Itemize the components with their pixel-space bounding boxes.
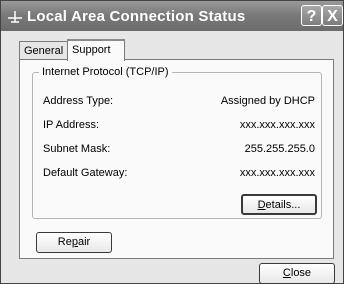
tab-general[interactable]: General — [19, 41, 71, 60]
title-bar[interactable]: Local Area Connection Status ? X — [1, 1, 343, 31]
status-window: Local Area Connection Status ? X General… — [0, 0, 344, 284]
address-type-label: Address Type: — [43, 95, 114, 107]
default-gateway-label: Default Gateway: — [43, 167, 128, 179]
close-button[interactable]: Close — [259, 263, 335, 284]
repair-label-post: air — [77, 236, 91, 248]
ip-address-row: IP Address: xxx.xxx.xxx.xxx — [43, 119, 315, 133]
support-panel: Internet Protocol (TCP/IP) Address Type:… — [19, 59, 334, 259]
details-label-post: etails... — [265, 199, 301, 211]
subnet-mask-value: 255.255.255.0 — [244, 143, 315, 155]
repair-button[interactable]: Repair — [36, 232, 112, 253]
default-gateway-value: xxx.xxx.xxx.xxx — [239, 167, 315, 179]
tab-support[interactable]: Support — [67, 39, 125, 61]
network-connection-icon — [8, 11, 22, 23]
subnet-mask-row: Subnet Mask: 255.255.255.0 — [43, 143, 315, 157]
default-gateway-row: Default Gateway: xxx.xxx.xxx.xxx — [43, 167, 315, 181]
address-type-value: Assigned by DHCP — [220, 95, 315, 107]
subnet-mask-label: Subnet Mask: — [43, 143, 111, 155]
window-title: Local Area Connection Status — [27, 8, 246, 25]
ip-address-label: IP Address: — [43, 119, 100, 131]
close-label-post: lose — [290, 267, 312, 279]
close-window-button[interactable]: X — [322, 5, 343, 26]
details-label-accel: D — [257, 199, 266, 211]
details-button[interactable]: Details... — [241, 194, 317, 215]
close-label-accel: C — [282, 267, 291, 279]
ip-address-value: xxx.xxx.xxx.xxx — [239, 119, 315, 131]
help-button[interactable]: ? — [301, 5, 322, 26]
address-type-row: Address Type: Assigned by DHCP — [43, 95, 315, 109]
groupbox-legend: Internet Protocol (TCP/IP) — [39, 66, 172, 78]
repair-label-pre: Re — [57, 236, 72, 248]
